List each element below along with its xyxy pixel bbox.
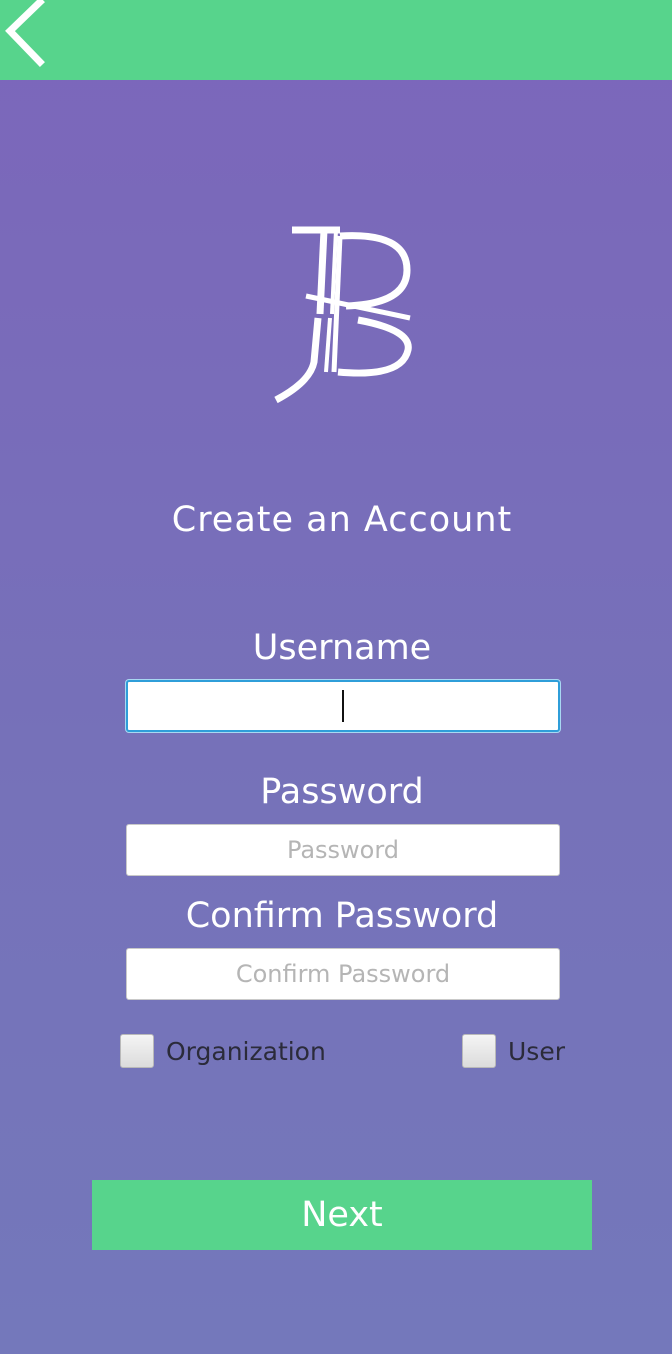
chevron-left-icon (5, 0, 45, 67)
password-label: Password (260, 772, 424, 812)
back-button[interactable] (0, 0, 60, 70)
jb-logo (262, 222, 422, 410)
confirm-password-input[interactable] (126, 948, 560, 1000)
user-option[interactable]: User (462, 1032, 565, 1070)
page-title: Create an Account (171, 500, 513, 540)
user-label: User (508, 1036, 565, 1066)
confirm-password-label: Confirm Password (185, 896, 499, 936)
next-button[interactable]: Next (92, 1180, 592, 1250)
top-bar (0, 0, 672, 80)
jb-monogram-logo (274, 226, 412, 404)
user-checkbox[interactable] (462, 1034, 496, 1068)
username-label: Username (252, 628, 432, 668)
organization-checkbox[interactable] (120, 1034, 154, 1068)
text-caret (342, 690, 344, 722)
organization-option[interactable]: Organization (120, 1032, 326, 1070)
password-input[interactable] (126, 824, 560, 876)
organization-label: Organization (166, 1036, 326, 1066)
